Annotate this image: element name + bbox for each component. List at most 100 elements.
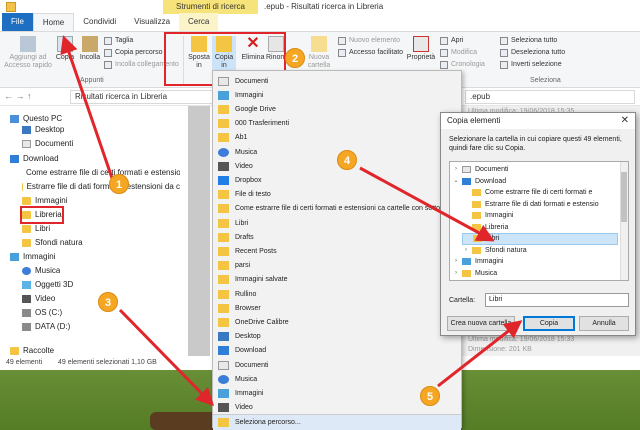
folder-input[interactable]: Libri — [485, 293, 629, 307]
folder-icon — [218, 303, 229, 313]
tree-item[interactable]: Come estrarre file di certi formati e — [462, 187, 618, 199]
nav-item-label: Come estrarre file di certi formati e es… — [26, 168, 180, 177]
properties-button[interactable]: Proprietà — [404, 36, 438, 62]
scrollbar-thumb[interactable] — [621, 172, 627, 222]
folder-icon — [218, 218, 229, 228]
open-button[interactable]: Apri — [440, 36, 463, 46]
nav-item[interactable]: Video — [22, 292, 55, 306]
cancel-dialog-button[interactable]: Annulla — [579, 316, 629, 331]
menu-item-label: Immagini — [235, 91, 264, 99]
select-all-button[interactable]: Seleziona tutto — [500, 36, 557, 46]
edit-button[interactable]: Modifica — [440, 48, 477, 58]
nav-item[interactable]: Oggetti 3D — [22, 278, 73, 292]
new-item-label: Nuovo elemento — [349, 37, 400, 44]
tree-item[interactable]: Libri — [462, 233, 618, 245]
tab-file[interactable]: File — [2, 13, 33, 31]
chevron-icon[interactable]: › — [462, 245, 470, 257]
tree-scrollbar[interactable] — [620, 162, 628, 280]
img-icon — [218, 389, 229, 399]
nav-item-label: OS (C:) — [35, 308, 63, 317]
nav-item[interactable]: Come estrarre file di certi formati e es… — [22, 166, 180, 180]
paste-label: Incolla — [79, 54, 101, 61]
copy-label: Copia — [55, 54, 75, 61]
up-arrow-icon[interactable]: ↑ — [27, 91, 32, 101]
chevron-icon[interactable]: › — [452, 256, 460, 268]
nav-item[interactable]: Libri — [22, 222, 50, 236]
pc-icon — [10, 115, 19, 123]
pin-icon — [20, 36, 36, 52]
tree-item[interactable]: Libreria — [462, 222, 618, 234]
tree-item[interactable]: ⌄ Download — [452, 176, 618, 188]
status-count: 49 elementi — [6, 359, 43, 366]
copy-button[interactable]: Copia — [54, 36, 76, 62]
nav-item[interactable]: Immagini — [22, 194, 67, 208]
tree-item[interactable]: Immagini — [462, 210, 618, 222]
folder-icon — [218, 247, 229, 257]
menu-item-label: Musica — [235, 148, 258, 156]
nav-item[interactable]: Immagini — [10, 250, 55, 264]
folder-icon — [218, 318, 229, 328]
copy-icon — [57, 36, 73, 52]
menu-item-label: Come estrarre file di certi formati e es… — [235, 205, 461, 213]
video-icon — [218, 403, 229, 413]
tree-item[interactable]: › Immagini — [452, 256, 618, 268]
dialog-title: Copia elementi — [441, 113, 635, 129]
tree-item-label: Sfondi natura — [485, 246, 527, 254]
deselect-all-button[interactable]: Deseleziona tutto — [500, 48, 565, 58]
new-item-button[interactable]: Nuovo elemento — [338, 36, 400, 46]
nav-item[interactable]: OS (C:) — [22, 306, 62, 320]
copy-path-button[interactable]: Copia percorso — [104, 48, 162, 58]
nav-item-label: Libreria — [35, 210, 62, 219]
menu-item-label: Ab1 — [235, 134, 248, 142]
nav-item[interactable]: Libreria — [20, 206, 64, 224]
menu-item-label: Immagini — [235, 390, 264, 398]
paste-button[interactable]: Incolla — [78, 36, 102, 62]
pin-quick-access-button[interactable]: Aggiungi ad Accesso rapido — [4, 36, 52, 70]
nav-item[interactable]: Sfondi natura — [22, 236, 83, 250]
new-folder-dialog-button[interactable]: Crea nuova cartella — [447, 316, 515, 331]
nav-item-label: Documenti — [35, 139, 74, 148]
folder-icon — [22, 183, 23, 191]
forward-arrow-icon[interactable]: → — [16, 91, 25, 101]
invert-selection-label: Inverti selezione — [511, 61, 562, 68]
tab-condividi[interactable]: Condividi — [74, 13, 125, 31]
tree-item[interactable]: › Musica — [452, 268, 618, 280]
tab-home[interactable]: Home — [32, 13, 75, 31]
copy-dialog-button[interactable]: Copia — [523, 316, 575, 331]
nav-item[interactable]: Musica — [22, 264, 60, 278]
cut-button[interactable]: Taglia — [104, 36, 133, 46]
folder-icon — [22, 211, 31, 219]
copy-items-dialog: Copia elementi ✕ Selezionare la cartella… — [440, 112, 636, 336]
edit-icon — [440, 49, 448, 57]
edit-label: Modifica — [451, 49, 478, 56]
menu-item-label: Rullino — [235, 290, 257, 298]
back-arrow-icon[interactable]: ← — [4, 91, 13, 101]
search-input[interactable]: .epub — [465, 90, 635, 104]
invert-selection-button[interactable]: Inverti selezione — [500, 60, 562, 70]
tree-item-label: Estrarre file di dati formati e estensio — [485, 200, 599, 208]
new-folder-button[interactable]: Nuova cartella — [302, 36, 336, 70]
easy-access-button[interactable]: Accesso facilitato — [338, 48, 403, 58]
chevron-icon[interactable]: › — [452, 268, 460, 280]
tab-cerca[interactable]: Cerca — [179, 13, 219, 31]
close-icon[interactable]: ✕ — [621, 113, 629, 129]
tree-item[interactable]: Estrarre file di dati formati e estensio — [462, 199, 618, 211]
nav-item[interactable]: DATA (D:) — [22, 320, 70, 334]
clipboard-icon — [82, 36, 98, 52]
tree-item[interactable]: › Sfondi natura — [462, 245, 618, 257]
tab-visualizza[interactable]: Visualizza — [125, 13, 179, 31]
nav-item[interactable]: Download — [10, 152, 59, 166]
nav-item[interactable]: Documenti — [22, 137, 73, 151]
tree-item-label: Immagini — [485, 212, 514, 219]
file-list-area[interactable] — [188, 106, 210, 356]
history-button[interactable]: Cronologia — [440, 60, 485, 70]
menu-item-label: Documenti — [235, 361, 269, 369]
tree-item[interactable]: › Documenti — [452, 164, 618, 176]
doc-icon — [218, 360, 229, 370]
nav-item[interactable]: Estrarre file di dati formati e estensio… — [22, 180, 180, 194]
chevron-icon[interactable]: › — [452, 164, 460, 176]
video-icon — [218, 161, 229, 171]
nav-item[interactable]: Desktop — [22, 123, 64, 137]
chevron-icon[interactable]: ⌄ — [452, 176, 460, 188]
menu-item[interactable]: Seleziona percorso... — [213, 413, 461, 430]
